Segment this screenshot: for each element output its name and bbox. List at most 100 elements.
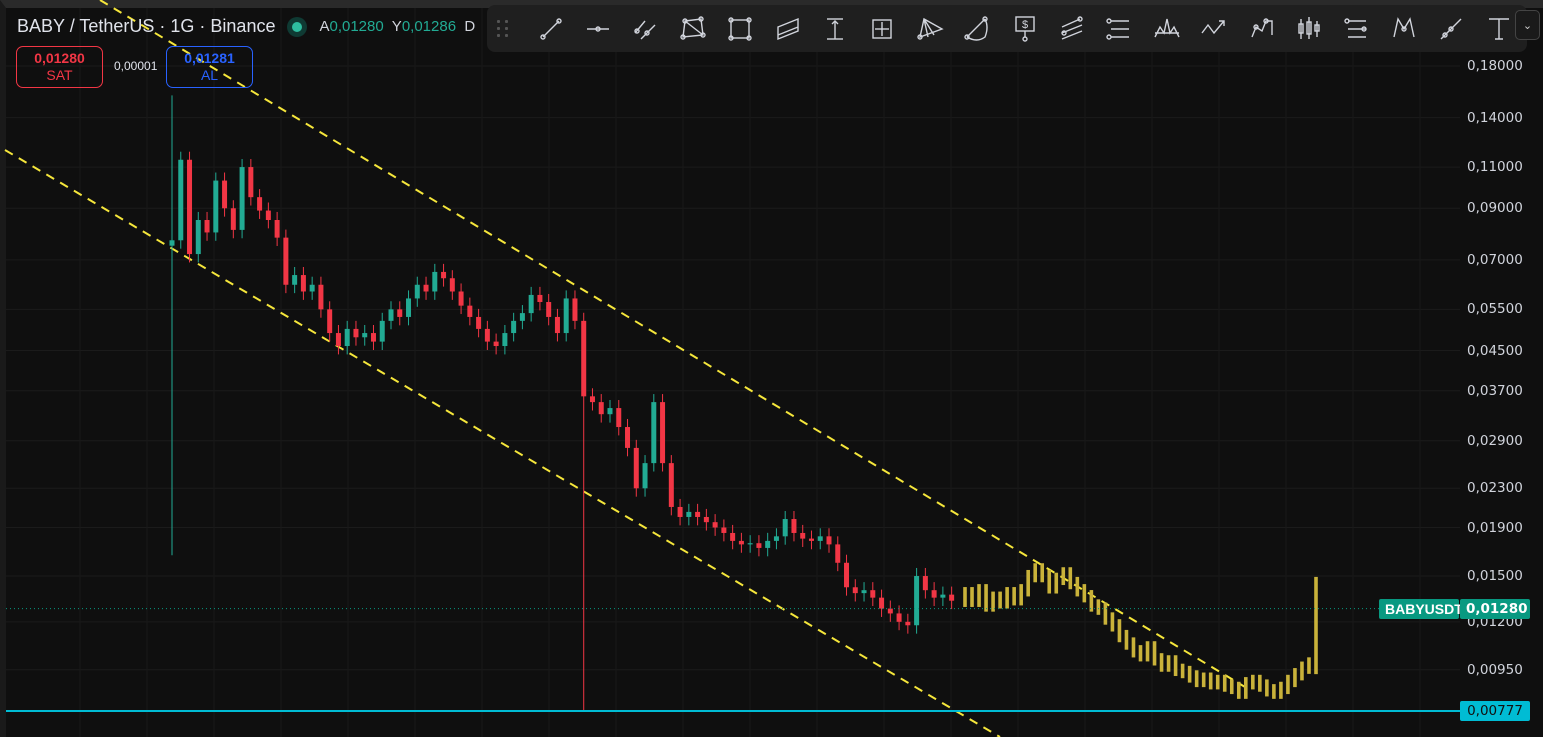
candle-body xyxy=(747,543,753,545)
candle-body xyxy=(519,313,525,321)
candle-body xyxy=(222,180,228,209)
candle-body xyxy=(178,159,184,241)
price-tick: 0,04500 xyxy=(1467,342,1523,359)
projection-bar xyxy=(1145,641,1150,662)
rectangle-icon xyxy=(728,16,752,41)
projection-bar xyxy=(1047,569,1052,594)
fib-retracement-icon xyxy=(1106,17,1130,40)
candle-body xyxy=(703,516,709,523)
projection-bar xyxy=(1075,576,1080,597)
high-value: 0,01286 xyxy=(401,18,457,35)
projection-bar xyxy=(1173,655,1178,677)
projection-bar xyxy=(1033,563,1037,583)
buy-price: 0,01281 xyxy=(184,50,235,66)
candle-body xyxy=(213,180,219,233)
projection-bar xyxy=(963,587,967,607)
candle-body xyxy=(493,341,499,347)
horizontal-ray-tool-button[interactable] xyxy=(574,9,621,49)
candle-body xyxy=(721,527,727,533)
projection-bar xyxy=(1110,612,1115,632)
candle-body xyxy=(616,408,622,428)
head-shoulders-tool-button[interactable] xyxy=(1143,9,1190,49)
price-tick: 0,03700 xyxy=(1467,382,1523,399)
xabcd-pattern-tool-button[interactable] xyxy=(669,9,716,49)
price-range-icon xyxy=(827,17,844,40)
price-tick: 0,09000 xyxy=(1467,200,1523,217)
parallel-lines-tool-button[interactable] xyxy=(622,9,669,49)
price-range-tool-button[interactable] xyxy=(811,9,858,49)
projection-bar xyxy=(1258,674,1262,692)
candle-body xyxy=(835,544,841,563)
candle-body xyxy=(773,536,779,541)
candle-body xyxy=(423,284,429,292)
projection-bar xyxy=(1244,677,1248,699)
candle-body xyxy=(589,396,595,403)
candle-body xyxy=(844,562,850,588)
projection-bar xyxy=(1026,569,1030,597)
trend-line-tool-button[interactable] xyxy=(527,9,574,49)
candle-body xyxy=(712,522,718,528)
last-price-tag: 0,01280 xyxy=(1460,599,1530,619)
parallel-lines-icon xyxy=(634,20,656,39)
sell-button[interactable]: 0,01280 SAT xyxy=(16,46,103,88)
projection-bar xyxy=(1229,679,1234,695)
spread-value: 0,00001 xyxy=(114,59,158,73)
candle-body xyxy=(458,291,464,306)
rectangle-tool-button[interactable] xyxy=(717,9,764,49)
candle-body xyxy=(686,511,692,517)
candle-body xyxy=(642,463,648,489)
price-label-tool-button[interactable]: $ xyxy=(1001,9,1048,49)
elliott-wave-tool-button[interactable] xyxy=(1238,9,1285,49)
ray-tool-button[interactable] xyxy=(1427,9,1474,49)
candle-body xyxy=(607,408,613,415)
multi-line-icon xyxy=(1061,15,1083,40)
projection-bar xyxy=(1314,576,1318,675)
projection-bar xyxy=(1293,668,1297,688)
fib-retracement-tool-button[interactable] xyxy=(1096,9,1143,49)
candle-body xyxy=(370,333,376,342)
candle-body xyxy=(292,275,298,285)
price-tick: 0,01500 xyxy=(1467,568,1523,585)
candle-body xyxy=(887,608,893,614)
candle-body xyxy=(195,219,201,255)
projection-bar xyxy=(1187,665,1192,683)
candle-body xyxy=(397,309,403,317)
candle-body xyxy=(318,284,324,310)
buy-label: AL xyxy=(200,67,219,83)
projection-bar xyxy=(977,584,981,607)
projection-bar xyxy=(1222,674,1227,692)
projection-bar xyxy=(1012,587,1016,606)
candle-body xyxy=(931,590,937,598)
price-chart[interactable] xyxy=(0,0,1543,737)
candle-body xyxy=(283,237,289,285)
projection-bar xyxy=(1180,663,1185,679)
symbol-price-tag: BABYUSDT xyxy=(1379,599,1463,619)
price-tick: 0,00950 xyxy=(1467,661,1523,678)
candles-pattern-tool-button[interactable] xyxy=(1285,9,1332,49)
channel-lower-line[interactable] xyxy=(4,149,1001,737)
candle-body xyxy=(949,594,955,601)
buy-button[interactable]: 0,01281 AL xyxy=(166,46,253,88)
candle-body xyxy=(335,333,341,347)
toolbar-dropdown-button[interactable]: ⌄ xyxy=(1515,10,1540,40)
candle-body xyxy=(467,305,473,317)
arrow-path-tool-button[interactable] xyxy=(1190,9,1237,49)
candles-pattern-icon xyxy=(1298,16,1320,39)
arc-tool-button[interactable] xyxy=(954,9,1001,49)
abcd-pattern-tool-button[interactable] xyxy=(1380,9,1427,49)
candle-body xyxy=(572,298,578,321)
drag-handle-icon[interactable] xyxy=(493,19,513,39)
pitchfork-tool-button[interactable] xyxy=(906,9,953,49)
drawing-toolbar: $ xyxy=(487,5,1527,52)
symbol-title[interactable]: BABY / TetherUS · 1G · Binance xyxy=(17,16,275,37)
svg-text:$: $ xyxy=(1022,19,1028,31)
projection-bar xyxy=(1166,655,1171,672)
parallel-channel-tool-button[interactable] xyxy=(764,9,811,49)
multi-line-tool-button[interactable] xyxy=(1048,9,1095,49)
trend-line-icon xyxy=(539,17,562,40)
date-price-range-tool-button[interactable] xyxy=(859,9,906,49)
candle-body xyxy=(388,309,394,321)
fib-levels-tool-button[interactable] xyxy=(1333,9,1380,49)
fib-levels-icon xyxy=(1344,17,1368,38)
projection-bar xyxy=(1082,584,1087,603)
